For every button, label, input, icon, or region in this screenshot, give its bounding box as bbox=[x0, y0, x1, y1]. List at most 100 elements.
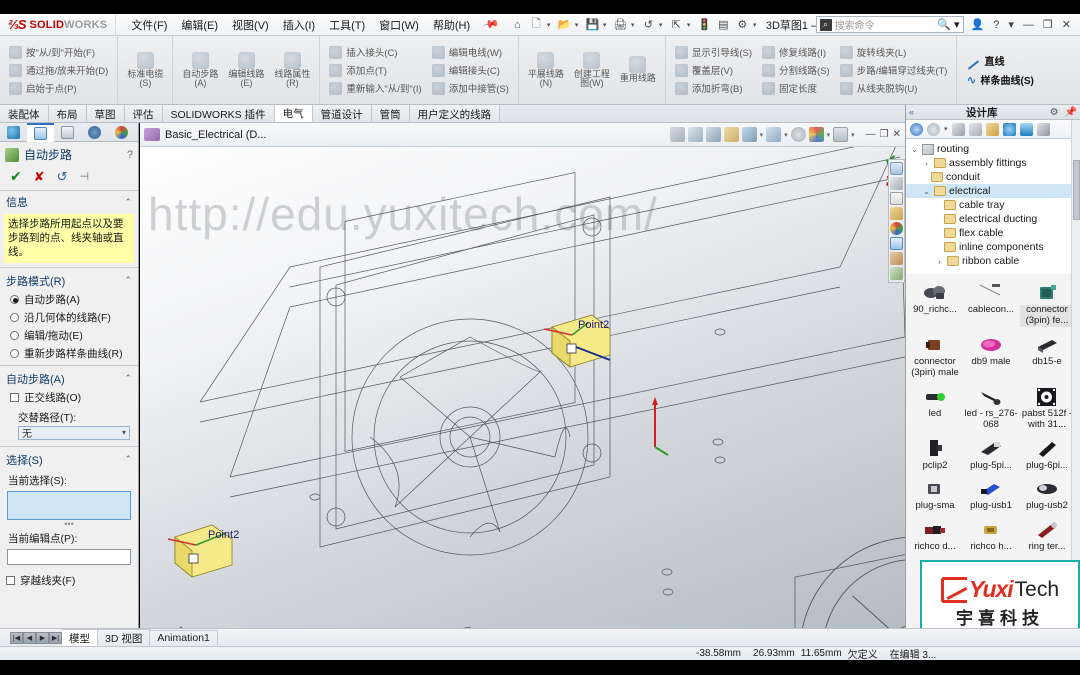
folder-icon[interactable] bbox=[890, 192, 903, 205]
restore-button[interactable]: ❐ bbox=[1040, 18, 1056, 31]
chevron-up-icon[interactable]: ⌃ bbox=[124, 373, 132, 384]
appearance-icon[interactable] bbox=[766, 127, 782, 142]
property-manager-tab[interactable] bbox=[27, 123, 54, 142]
ribbon-show-guide[interactable]: 显示引导线(S) bbox=[673, 44, 754, 60]
save-icon[interactable]: 💾 bbox=[584, 16, 601, 33]
menu-view[interactable]: 视图(V) bbox=[225, 15, 276, 35]
filter-icon[interactable] bbox=[1036, 122, 1050, 136]
radio-auto-route[interactable]: 自动步路(A) bbox=[0, 291, 138, 309]
library-item[interactable]: led bbox=[907, 384, 963, 436]
display-manager-tab[interactable] bbox=[108, 123, 135, 142]
feature-manager-tab[interactable] bbox=[0, 123, 27, 142]
chevron-down-icon[interactable]: ⌄ bbox=[922, 187, 931, 196]
library-item[interactable]: 90_richc... bbox=[907, 280, 963, 332]
library-item[interactable]: pabst 512f - with 31... bbox=[1019, 384, 1075, 436]
print-icon[interactable]: 🖨 bbox=[612, 16, 629, 33]
forward-icon[interactable] bbox=[927, 122, 940, 136]
library-item[interactable]: plug-usb2 bbox=[1019, 476, 1075, 517]
ribbon-repair-route[interactable]: 修复线路(I) bbox=[760, 44, 832, 60]
prev-tab-button[interactable]: ◀ bbox=[23, 631, 36, 644]
home-icon[interactable] bbox=[890, 162, 903, 175]
menu-file[interactable]: 文件(F) bbox=[124, 15, 174, 35]
configuration-manager-tab[interactable] bbox=[54, 123, 81, 142]
back-icon[interactable] bbox=[910, 122, 923, 136]
library-item[interactable]: pclip2 bbox=[907, 436, 963, 477]
ribbon-route-through-clip[interactable]: 步路/编辑穿过线夹(T) bbox=[838, 62, 950, 78]
ribbon-reuse-route[interactable]: 重用线路 bbox=[615, 54, 661, 85]
minimize-button[interactable]: — bbox=[866, 129, 876, 140]
pin-icon[interactable]: 📌 bbox=[475, 10, 507, 40]
tree-node-inline-components[interactable]: inline components bbox=[906, 240, 1080, 254]
library-item-selected[interactable]: connector (3pin) fe... bbox=[1019, 280, 1075, 332]
accept-button[interactable]: ✔ bbox=[10, 168, 22, 185]
library-item[interactable]: db15-e bbox=[1019, 332, 1075, 384]
library-item[interactable]: led - rs_276-068 bbox=[963, 384, 1019, 436]
tree-node-electrical-ducting[interactable]: electrical ducting bbox=[906, 212, 1080, 226]
library-icon[interactable] bbox=[890, 207, 903, 220]
ribbon-unhook-clip[interactable]: 从线夹脱钩(U) bbox=[838, 80, 950, 96]
collapse-left-icon[interactable]: « bbox=[906, 107, 917, 117]
display-style-icon[interactable] bbox=[723, 127, 739, 142]
new-doc-icon[interactable]: 🗋 bbox=[528, 16, 545, 33]
custom-icon[interactable] bbox=[890, 267, 903, 280]
route-mode-section-header[interactable]: 步路模式(R) ⌃ bbox=[0, 270, 138, 291]
tree-node-routing[interactable]: ⌄ routing bbox=[906, 142, 1080, 156]
bottom-tab-model[interactable]: 模型 bbox=[62, 628, 98, 647]
tab-assembly[interactable]: 装配体 bbox=[0, 105, 49, 122]
ribbon-start-at-point[interactable]: 启始于点(P) bbox=[7, 80, 110, 96]
library-item[interactable]: plug-usb1 bbox=[963, 476, 1019, 517]
menu-edit[interactable]: 编辑(E) bbox=[174, 15, 225, 35]
refresh-icon[interactable] bbox=[1002, 122, 1016, 136]
tree-node-ribbon-cable[interactable]: › ribbon cable bbox=[906, 254, 1080, 268]
ribbon-covering[interactable]: 覆盖层(V) bbox=[673, 62, 754, 78]
settings-gear-icon[interactable]: ⚙ bbox=[734, 16, 751, 33]
tab-sketch[interactable]: 草图 bbox=[86, 105, 125, 122]
chevron-up-icon[interactable]: ⌃ bbox=[124, 454, 132, 465]
ribbon-edit-wire[interactable]: 编辑电线(W) bbox=[430, 44, 511, 60]
ribbon-flatten-route[interactable]: 平展线路(N) bbox=[523, 50, 569, 91]
ribbon-create-drawing[interactable]: 创建工程图(W) bbox=[569, 50, 615, 91]
minimize-button[interactable]: — bbox=[1020, 19, 1037, 31]
auto-route-section-header[interactable]: 自动步路(A) ⌃ bbox=[0, 368, 138, 389]
tab-piping-design[interactable]: 管道设计 bbox=[312, 105, 372, 122]
chevron-right-icon[interactable]: › bbox=[935, 257, 944, 266]
tab-electrical[interactable]: 电气 bbox=[274, 105, 313, 122]
library-item[interactable]: db9 male bbox=[963, 332, 1019, 384]
ribbon-add-bend[interactable]: 添加折弯(B) bbox=[673, 80, 754, 96]
chevron-down-icon[interactable]: ▾ bbox=[944, 125, 948, 133]
ribbon-insert-connector[interactable]: 插入接头(C) bbox=[327, 44, 423, 60]
view-settings-icon[interactable] bbox=[833, 127, 849, 142]
chevron-down-icon[interactable]: ▾ bbox=[851, 131, 855, 139]
radio-route-along-geometry[interactable]: 沿几何体的线路(F) bbox=[0, 309, 138, 327]
bottom-tab-animation1[interactable]: Animation1 bbox=[150, 630, 218, 645]
library-item[interactable]: richco h... bbox=[963, 517, 1019, 558]
ribbon-edit-route[interactable]: 编辑线路(E) bbox=[223, 50, 269, 91]
tree-node-cable-tray[interactable]: cable tray bbox=[906, 198, 1080, 212]
rebuild-icon[interactable]: 🚦 bbox=[696, 16, 713, 33]
ribbon-add-splice[interactable]: 添加中接管(S) bbox=[430, 80, 511, 96]
undo-icon[interactable]: ↺ bbox=[640, 16, 657, 33]
ribbon-auto-route[interactable]: 自动步路(A) bbox=[177, 50, 223, 91]
radio-reroute-spline[interactable]: 重新步路样条曲线(R) bbox=[0, 345, 138, 363]
radio-edit-drag[interactable]: 编辑/拖动(E) bbox=[0, 327, 138, 345]
select-icon[interactable]: ⇱ bbox=[668, 16, 685, 33]
view-orientation-icon[interactable] bbox=[705, 127, 721, 142]
alternate-path-select[interactable]: 无 ▾ bbox=[18, 425, 130, 440]
tab-tubing[interactable]: 管筒 bbox=[371, 105, 410, 122]
undo-button[interactable]: ↺ bbox=[57, 169, 68, 185]
library-item[interactable]: richco d... bbox=[907, 517, 963, 558]
chevron-down-icon[interactable]: ▾ bbox=[760, 131, 764, 139]
help-icon[interactable]: ? bbox=[990, 19, 1002, 31]
tree-node-conduit[interactable]: conduit bbox=[906, 170, 1080, 184]
chevron-down-icon[interactable]: ▾ bbox=[1005, 18, 1017, 31]
pin-icon[interactable]: 📌 bbox=[1062, 107, 1080, 118]
first-tab-button[interactable]: |◀ bbox=[10, 631, 23, 644]
menu-tools[interactable]: 工具(T) bbox=[322, 15, 372, 35]
current-selection-listbox[interactable] bbox=[7, 490, 131, 520]
ribbon-route-properties[interactable]: 线路属性(R) bbox=[269, 50, 315, 91]
close-button[interactable]: ✕ bbox=[1059, 18, 1074, 31]
ribbon-line[interactable]: 直线 bbox=[964, 52, 1035, 69]
close-button[interactable]: ✕ bbox=[893, 129, 901, 140]
current-edit-point-input[interactable] bbox=[7, 548, 131, 565]
selection-section-header[interactable]: 选择(S) ⌃ bbox=[0, 449, 138, 470]
